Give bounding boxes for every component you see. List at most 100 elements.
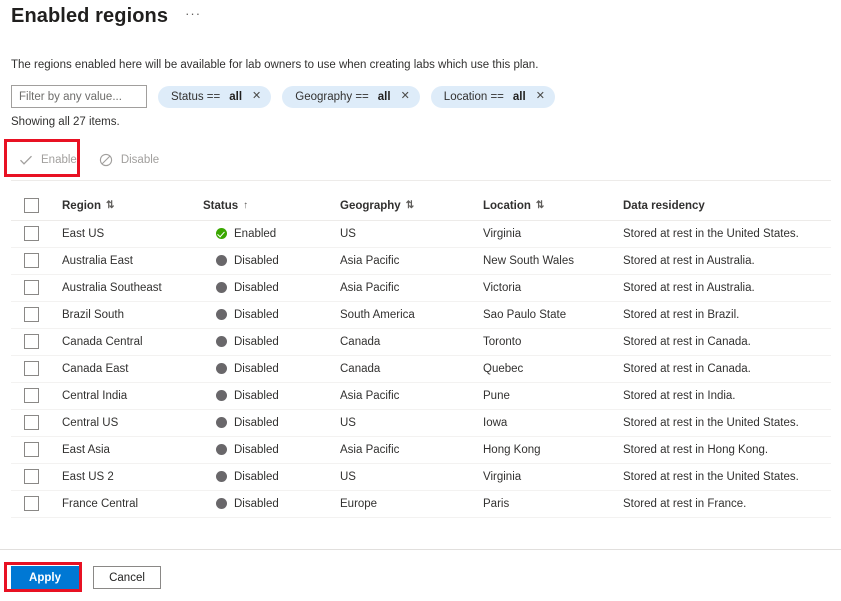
column-header-location[interactable]: Location ⇅: [483, 192, 623, 220]
command-bar: Enable Disable: [11, 146, 167, 174]
status-disabled-icon: [216, 336, 227, 347]
row-select-cell: [11, 409, 62, 436]
table-row[interactable]: Australia SoutheastDisabledAsia PacificV…: [11, 274, 831, 301]
cell-region: Canada East: [62, 355, 203, 382]
filter-pill-geography-key: Geography ==: [295, 91, 369, 103]
row-select-cell: [11, 220, 62, 247]
cell-status: Disabled: [203, 463, 340, 490]
cell-status: Enabled: [203, 220, 340, 247]
status-disabled-icon: [216, 471, 227, 482]
disable-button[interactable]: Disable: [91, 146, 167, 174]
page-description: The regions enabled here will be availab…: [11, 57, 538, 73]
row-checkbox[interactable]: [24, 496, 39, 511]
status-label: Enabled: [234, 228, 276, 240]
cancel-button[interactable]: Cancel: [93, 566, 161, 589]
more-options-icon[interactable]: ···: [182, 7, 204, 25]
block-icon: [99, 153, 113, 167]
row-checkbox[interactable]: [24, 334, 39, 349]
cell-geography: Asia Pacific: [340, 436, 483, 463]
cell-data-residency: Stored at rest in the United States.: [623, 220, 831, 247]
column-header-status-label: Status: [203, 200, 238, 212]
select-all-checkbox[interactable]: [24, 198, 39, 213]
cell-data-residency: Stored at rest in Brazil.: [623, 301, 831, 328]
close-icon[interactable]: ✕: [536, 91, 545, 102]
column-header-region[interactable]: Region ⇅: [62, 192, 203, 220]
cell-location: Quebec: [483, 355, 623, 382]
status-label: Disabled: [234, 336, 279, 348]
cell-geography: US: [340, 220, 483, 247]
cell-region: France Central: [62, 490, 203, 517]
apply-button[interactable]: Apply: [11, 566, 79, 589]
status-label: Disabled: [234, 471, 279, 483]
table-row[interactable]: East USEnabledUSVirginiaStored at rest i…: [11, 220, 831, 247]
status-label: Disabled: [234, 282, 279, 294]
status-label: Disabled: [234, 390, 279, 402]
row-select-cell: [11, 463, 62, 490]
status-disabled-icon: [216, 417, 227, 428]
column-header-geography[interactable]: Geography ⇅: [340, 192, 483, 220]
row-checkbox[interactable]: [24, 469, 39, 484]
filter-pill-location[interactable]: Location == all ✕: [431, 86, 555, 108]
command-bar-divider: [11, 180, 831, 181]
table-row[interactable]: France CentralDisabledEuropeParisStored …: [11, 490, 831, 517]
cell-location: Hong Kong: [483, 436, 623, 463]
filter-pill-location-value: all: [513, 91, 526, 103]
row-select-cell: [11, 382, 62, 409]
row-checkbox[interactable]: [24, 415, 39, 430]
row-checkbox[interactable]: [24, 388, 39, 403]
cell-data-residency: Stored at rest in the United States.: [623, 463, 831, 490]
cell-geography: Asia Pacific: [340, 274, 483, 301]
row-checkbox[interactable]: [24, 307, 39, 322]
table-row[interactable]: Brazil SouthDisabledSouth AmericaSao Pau…: [11, 301, 831, 328]
filter-pill-status[interactable]: Status == all ✕: [158, 86, 271, 108]
table-row[interactable]: Canada CentralDisabledCanadaTorontoStore…: [11, 328, 831, 355]
table-row[interactable]: East US 2DisabledUSVirginiaStored at res…: [11, 463, 831, 490]
cell-geography: US: [340, 409, 483, 436]
cell-data-residency: Stored at rest in Australia.: [623, 274, 831, 301]
column-header-geography-label: Geography: [340, 200, 401, 212]
status-disabled-icon: [216, 498, 227, 509]
close-icon[interactable]: ✕: [401, 91, 410, 102]
sort-icon: ⇅: [106, 200, 114, 211]
column-header-status[interactable]: Status ↑: [203, 192, 340, 220]
status-label: Disabled: [234, 498, 279, 510]
cell-geography: Europe: [340, 490, 483, 517]
page-header: Enabled regions ···: [11, 2, 204, 30]
row-checkbox[interactable]: [24, 253, 39, 268]
cell-region: East US 2: [62, 463, 203, 490]
row-select-cell: [11, 301, 62, 328]
cell-status: Disabled: [203, 355, 340, 382]
table-row[interactable]: Australia EastDisabledAsia PacificNew So…: [11, 247, 831, 274]
sort-ascending-icon: ↑: [243, 200, 248, 211]
row-checkbox[interactable]: [24, 226, 39, 241]
table-row[interactable]: Central IndiaDisabledAsia PacificPuneSto…: [11, 382, 831, 409]
close-icon[interactable]: ✕: [252, 91, 261, 102]
status-disabled-icon: [216, 390, 227, 401]
filter-input[interactable]: [11, 85, 147, 108]
cell-geography: Asia Pacific: [340, 382, 483, 409]
regions-table: Region ⇅ Status ↑ Geography ⇅: [11, 192, 831, 518]
cell-status: Disabled: [203, 436, 340, 463]
row-checkbox[interactable]: [24, 361, 39, 376]
status-label: Disabled: [234, 255, 279, 267]
cell-data-residency: Stored at rest in Hong Kong.: [623, 436, 831, 463]
filter-pill-geography[interactable]: Geography == all ✕: [282, 86, 420, 108]
sort-icon: ⇅: [406, 200, 414, 211]
cell-status: Disabled: [203, 247, 340, 274]
enable-button[interactable]: Enable: [11, 146, 85, 174]
cell-geography: South America: [340, 301, 483, 328]
column-header-region-label: Region: [62, 200, 101, 212]
table-row[interactable]: Canada EastDisabledCanadaQuebecStored at…: [11, 355, 831, 382]
cell-region: Australia Southeast: [62, 274, 203, 301]
table-row[interactable]: Central USDisabledUSIowaStored at rest i…: [11, 409, 831, 436]
cell-data-residency: Stored at rest in Australia.: [623, 247, 831, 274]
cell-geography: Asia Pacific: [340, 247, 483, 274]
table-row[interactable]: East AsiaDisabledAsia PacificHong KongSt…: [11, 436, 831, 463]
row-checkbox[interactable]: [24, 280, 39, 295]
row-select-cell: [11, 328, 62, 355]
row-checkbox[interactable]: [24, 442, 39, 457]
cell-status: Disabled: [203, 274, 340, 301]
cell-location: Virginia: [483, 220, 623, 247]
column-header-data-residency[interactable]: Data residency: [623, 192, 831, 220]
cell-region: Brazil South: [62, 301, 203, 328]
